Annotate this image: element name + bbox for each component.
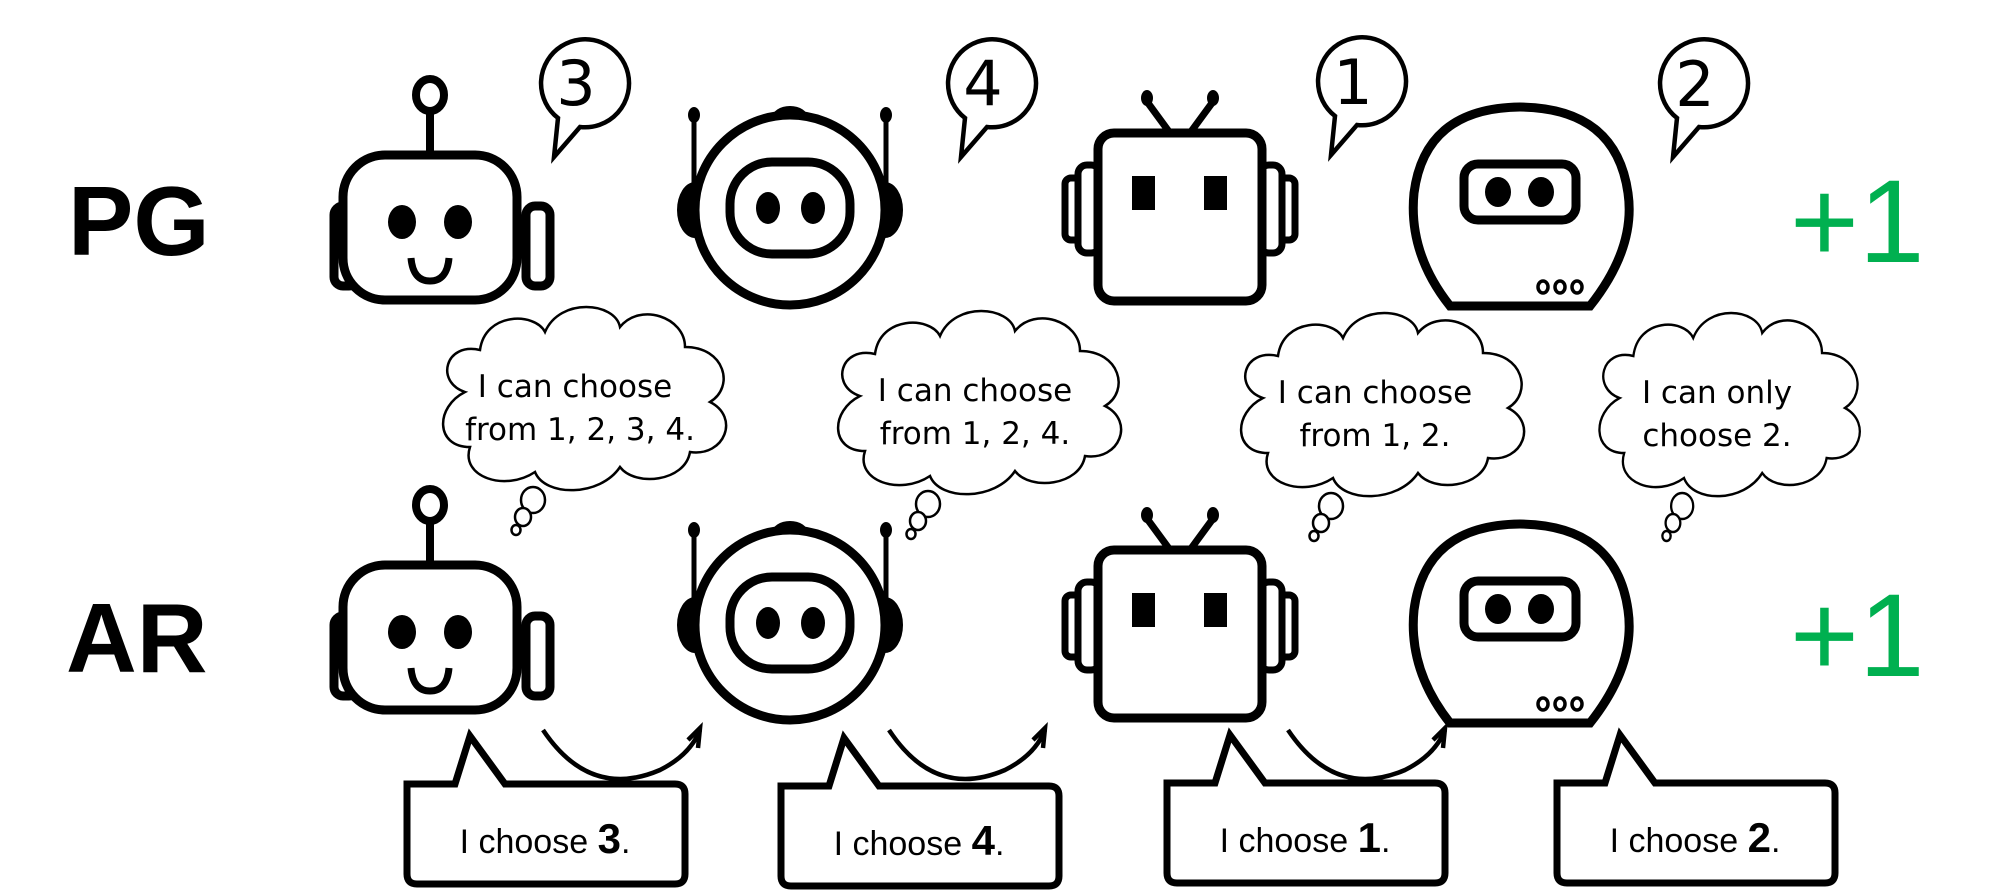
robot-icon-headphones [677,521,903,720]
choice-box-3 [1167,735,1445,883]
arrow-icon [541,728,703,782]
robot-icon-smile [334,79,550,300]
pg-choice-4: 2 [1675,48,1714,121]
pg-row: 3 4 1 2 [334,37,1748,306]
thought-text-2b: from 1, 2, 4. [880,416,1070,452]
thought-text-1b: from 1, 2, 3, 4. [465,412,695,448]
thought-text-1a: I can choose [478,369,672,405]
pg-choice-1: 3 [556,47,595,120]
row-label-pg: PG [68,166,210,276]
arrow-icon [1286,728,1448,782]
ar-row: I choose 3. I choose 4. I choose 1. I ch… [334,489,1835,886]
thought-text-4b: choose 2. [1642,418,1791,454]
thought-text-3b: from 1, 2. [1299,418,1450,454]
thought-text-2a: I can choose [878,373,1072,409]
choice-text-1: I choose 3. [460,815,631,862]
choice-box-1 [407,736,685,884]
arrow-icon [887,728,1048,782]
ar-thoughts: I can choose from 1, 2, 3, 4. I can choo… [441,305,1862,543]
pg-choice-2: 4 [963,47,1002,120]
robot-icon-tv [1065,507,1295,718]
pg-vs-ar-diagram: PG AR +1 +1 3 4 1 2 I can choose from 1,… [66,0,1925,893]
choice-box-4 [1557,735,1835,883]
reward-ar: +1 [1790,570,1925,702]
robot-icon-headphones [677,106,903,305]
choice-text-3: I choose 1. [1220,814,1391,861]
row-label-ar: AR [66,583,208,693]
thought-text-3a: I can choose [1278,375,1472,411]
robot-icon-egg [1413,107,1629,306]
pg-choice-3: 1 [1333,46,1372,119]
robot-icon-tv [1065,90,1295,301]
robot-icon-egg [1413,524,1629,723]
thought-text-4a: I can only [1642,375,1792,411]
reward-pg: +1 [1790,156,1925,288]
choice-text-2: I choose 4. [834,817,1005,864]
choice-text-4: I choose 2. [1610,814,1781,861]
